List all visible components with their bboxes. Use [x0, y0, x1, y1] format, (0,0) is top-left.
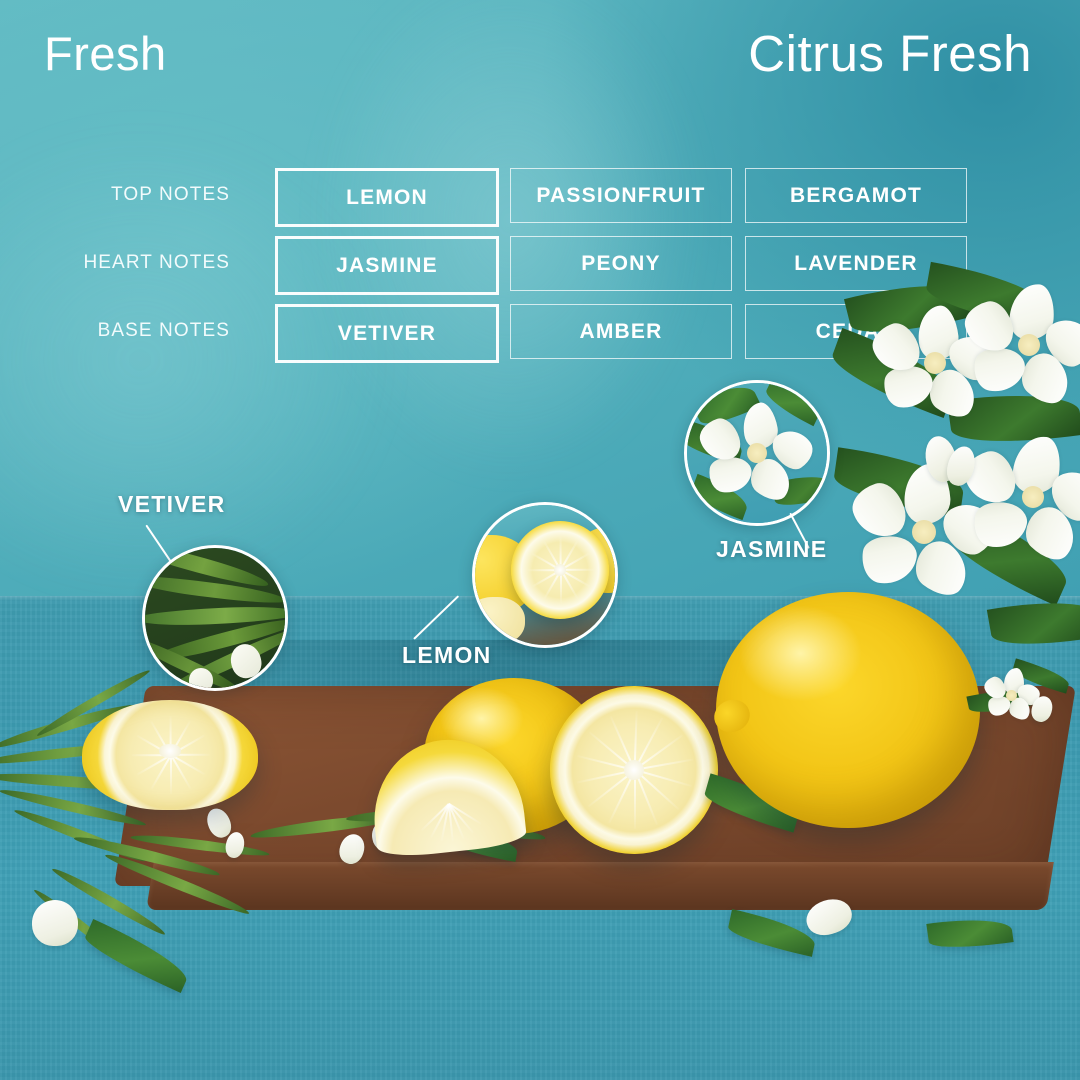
note-chip-amber[interactable]: AMBER	[510, 304, 732, 359]
jasmine-flower	[960, 282, 1080, 413]
note-chip-jasmine[interactable]: JASMINE	[275, 236, 499, 295]
poster-canvas: Fresh Citrus Fresh TOP NOTES LEMON PASSI…	[0, 0, 1080, 1080]
lemon-half-center	[550, 686, 718, 854]
row-label-top-notes: TOP NOTES	[110, 183, 230, 205]
page-title-right: Citrus Fresh	[748, 25, 1032, 82]
row-label-base-notes: BASE NOTES	[97, 319, 230, 341]
jasmine-bud	[335, 831, 369, 867]
row-label-heart-notes: HEART NOTES	[83, 251, 230, 273]
notes-row-top: TOP NOTES LEMON PASSIONFRUIT BERGAMOT	[0, 168, 1000, 227]
lemon-half-left	[82, 700, 258, 810]
note-chip-peony[interactable]: PEONY	[510, 236, 732, 291]
jasmine-flower	[959, 433, 1080, 569]
lemon-pith	[159, 744, 181, 758]
jasmine-cluster-right	[825, 261, 1080, 680]
callout-label-jasmine: JASMINE	[716, 536, 828, 562]
callout-label-lemon: LEMON	[402, 642, 492, 668]
page-title-left: Fresh	[44, 27, 167, 80]
wedge-segments	[390, 755, 507, 853]
callout-circle-lemon[interactable]	[472, 502, 618, 648]
note-chip-bergamot[interactable]: BERGAMOT	[745, 168, 967, 223]
lemon-pith	[623, 759, 645, 781]
note-chip-vetiver[interactable]: VETIVER	[275, 304, 499, 363]
note-chip-lemon[interactable]: LEMON	[275, 168, 499, 227]
callout-label-vetiver: VETIVER	[118, 491, 226, 517]
jasmine-sprig-small-right	[960, 656, 1080, 746]
callout-circle-vetiver[interactable]	[142, 545, 288, 691]
jasmine-bud	[32, 900, 78, 946]
note-chip-passionfruit[interactable]: PASSIONFRUIT	[510, 168, 732, 223]
callout-circle-jasmine[interactable]	[684, 380, 830, 526]
